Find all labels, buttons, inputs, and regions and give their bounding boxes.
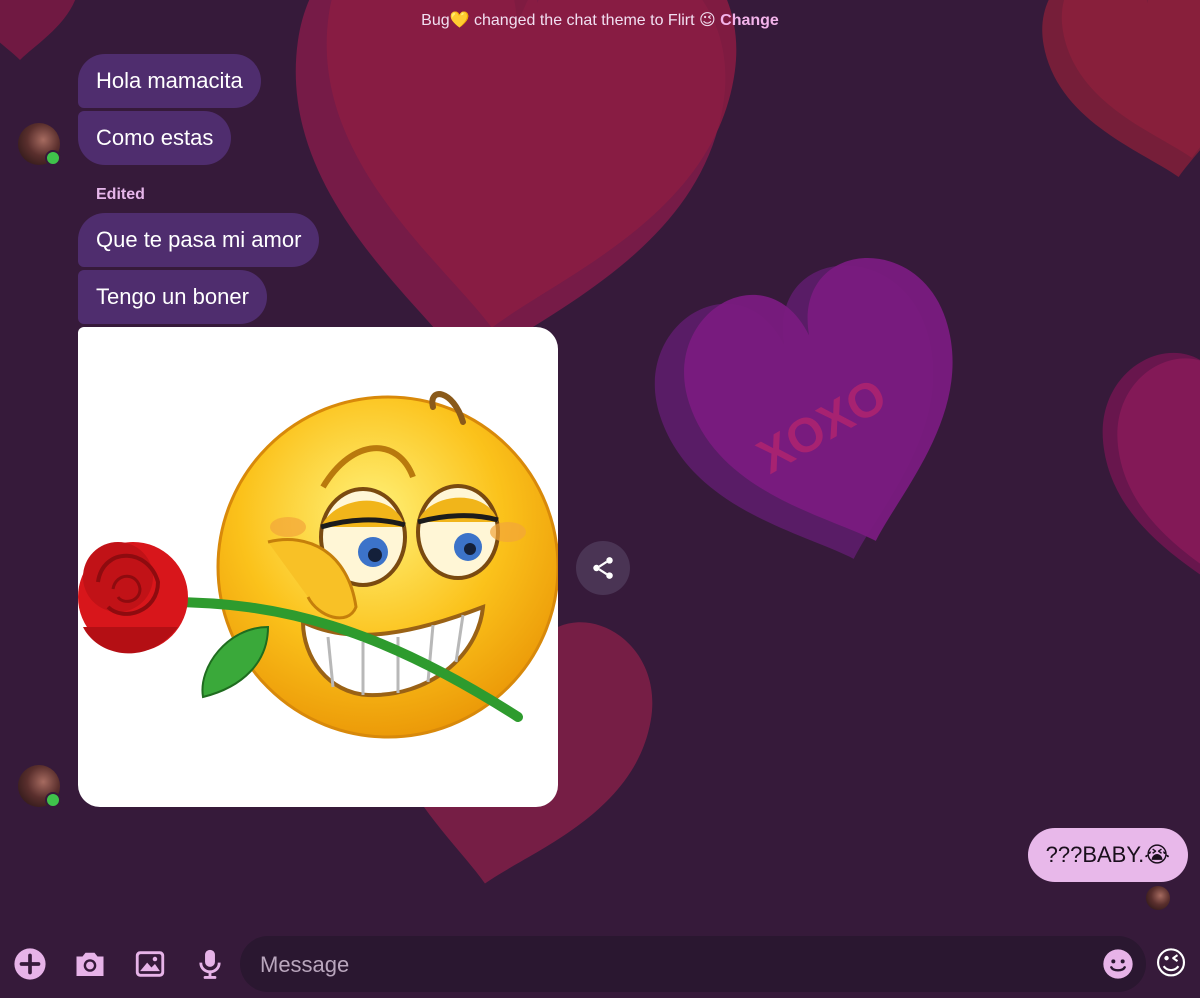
message-bubble-tengo[interactable]: Tengo un boner — [78, 270, 267, 324]
theme-change-notice: Bug💛 changed the chat theme to Flirt 😉 C… — [0, 10, 1200, 30]
plus-icon — [14, 948, 46, 980]
contact-avatar[interactable] — [18, 765, 61, 808]
quick-reaction-button[interactable]: 😉 — [1150, 942, 1192, 984]
message-input[interactable] — [258, 936, 1092, 994]
gallery-button[interactable] — [130, 944, 170, 984]
voice-button[interactable] — [190, 944, 230, 984]
message-input-container — [240, 936, 1146, 994]
edited-label: Edited — [96, 186, 145, 203]
notice-text: changed the chat theme to Flirt 😉 — [469, 12, 721, 29]
smiley-with-rose-sticker — [78, 391, 558, 739]
image-icon — [135, 951, 165, 977]
message-composer: 😉 — [0, 930, 1200, 998]
online-status-dot — [45, 150, 61, 166]
emoji-picker-button[interactable] — [1100, 946, 1136, 982]
add-button[interactable] — [10, 944, 50, 984]
change-theme-link[interactable]: Change — [720, 12, 779, 29]
camera-icon — [76, 952, 104, 976]
share-icon — [593, 557, 613, 579]
share-button[interactable] — [576, 541, 630, 595]
message-bubble-hola[interactable]: Hola mamacita — [78, 54, 261, 108]
message-bubble-que-te-pasa[interactable]: Que te pasa mi amor — [78, 213, 320, 267]
sticker-image-message[interactable] — [78, 327, 558, 807]
microphone-icon — [199, 949, 221, 979]
sent-message-bubble[interactable]: ???BABY.😭 — [1027, 828, 1188, 882]
notice-actor: Bug💛 — [421, 12, 470, 29]
seen-by-avatar — [1146, 886, 1170, 910]
message-bubble-como-estas[interactable]: Como estas — [78, 111, 232, 165]
wink-emoji: 😉 — [1154, 945, 1188, 981]
contact-avatar[interactable] — [18, 123, 61, 166]
online-status-dot — [45, 792, 61, 808]
smiley-icon — [1103, 949, 1133, 979]
camera-button[interactable] — [70, 944, 110, 984]
